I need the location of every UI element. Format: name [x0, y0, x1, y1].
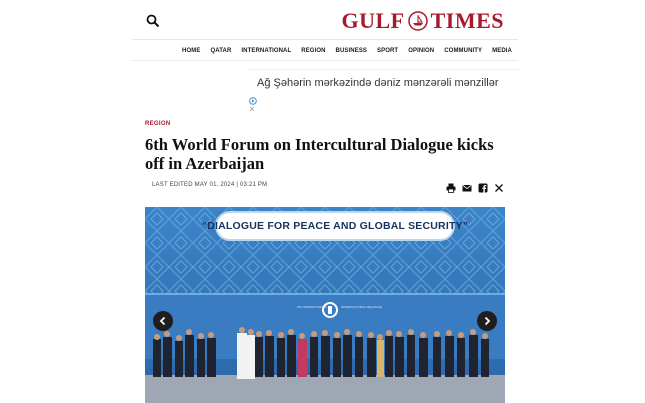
carousel-prev-button[interactable] — [153, 311, 173, 331]
site-logo[interactable]: GULF TIMES — [341, 8, 504, 34]
print-icon[interactable] — [446, 180, 456, 193]
logo-left-text: GULF — [341, 8, 405, 33]
carousel-next-button[interactable] — [477, 311, 497, 331]
article-dateline: LAST EDITED MAY 01, 2024 | 03:21 PM — [152, 182, 268, 188]
ad-text: Ağ Şəhərin mərkəzində dəniz mənzərəli mə… — [257, 77, 499, 89]
svg-text:INTERCULTURAL DIALOGUE: INTERCULTURAL DIALOGUE — [341, 305, 382, 309]
nav-qatar[interactable]: QATAR — [210, 48, 231, 54]
nav-opinion[interactable]: OPINION — [408, 48, 434, 54]
nav-business[interactable]: BUSINESS — [336, 48, 367, 54]
chevron-left-icon — [159, 316, 166, 326]
nav-international[interactable]: INTERNATIONAL — [241, 48, 291, 54]
x-icon[interactable] — [494, 180, 504, 192]
ad-choices-icon[interactable] — [249, 97, 257, 105]
article-photo: 6TH WORLD FORUM INTERCULTURAL DIALOGUE “… — [145, 207, 505, 403]
dhow-icon — [407, 11, 428, 31]
nav-region[interactable]: REGION — [301, 48, 325, 54]
chevron-right-icon — [484, 316, 491, 326]
photo-banner: “DIALOGUE FOR PEACE AND GLOBAL SECURITY” — [202, 213, 468, 239]
ad-banner[interactable]: Ağ Şəhərin mərkəzində dəniz mənzərəli mə… — [249, 69, 519, 112]
article-headline: 6th World Forum on Intercultural Dialogu… — [145, 135, 494, 173]
nav-community[interactable]: COMMUNITY — [444, 48, 482, 54]
main-nav: HOME QATAR INTERNATIONAL REGION BUSINESS… — [132, 41, 518, 61]
site-header: GULF TIMES — [132, 0, 518, 40]
section-label[interactable]: REGION — [145, 121, 170, 127]
nav-home[interactable]: HOME — [182, 48, 200, 54]
nav-sport[interactable]: SPORT — [377, 48, 398, 54]
search-icon[interactable] — [146, 14, 160, 28]
share-toolbar — [446, 180, 504, 193]
ad-close-icon[interactable] — [249, 106, 255, 112]
email-icon[interactable] — [462, 180, 472, 192]
banner-text: “DIALOGUE FOR PEACE AND GLOBAL SECURITY” — [201, 220, 469, 232]
facebook-icon[interactable] — [478, 180, 488, 193]
nav-media[interactable]: MEDIA — [492, 48, 512, 54]
logo-right-text: TIMES — [430, 8, 504, 33]
